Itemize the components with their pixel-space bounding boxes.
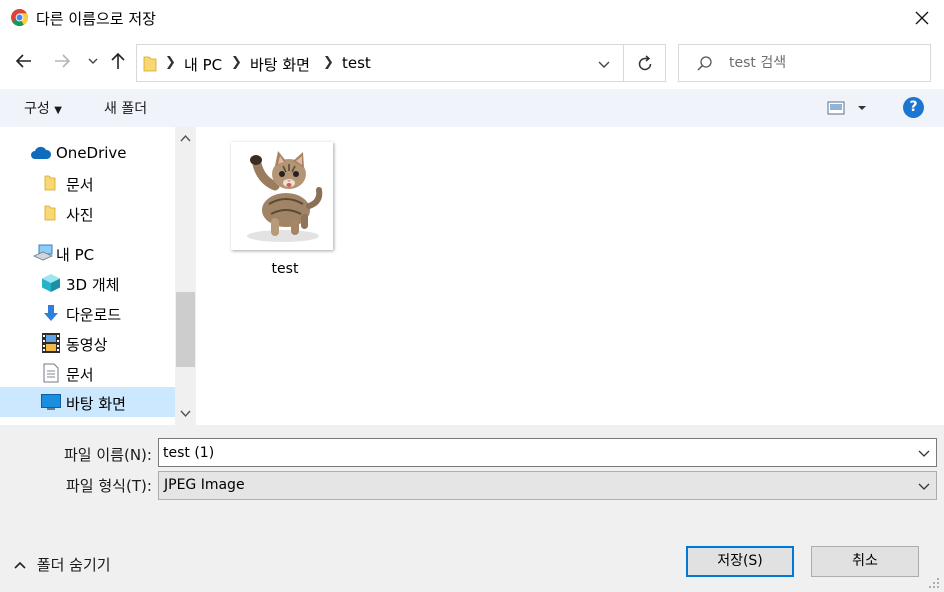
up-arrow-icon <box>111 52 125 69</box>
chevron-up-icon[interactable] <box>180 134 191 142</box>
chevron-down-icon <box>88 58 98 64</box>
filename-label: 파일 이름(N): <box>64 446 152 464</box>
nav-item-label: 다운로드 <box>66 306 122 324</box>
back-arrow-icon <box>15 54 31 68</box>
kitten-image <box>247 151 323 242</box>
view-options-button[interactable] <box>827 100 867 120</box>
search-icon <box>697 56 712 71</box>
nav-item-documents[interactable]: 문서 <box>0 358 175 388</box>
nav-item-videos[interactable]: 동영상 <box>0 328 175 358</box>
chevron-down-icon[interactable] <box>597 57 611 71</box>
search-input[interactable] <box>729 53 919 73</box>
folder-icon <box>44 205 56 221</box>
filetype-label: 파일 형식(T): <box>66 477 152 495</box>
help-button[interactable]: ? <box>903 97 924 118</box>
filename-input[interactable] <box>163 443 903 463</box>
refresh-button[interactable] <box>623 44 666 82</box>
refresh-icon <box>638 55 652 71</box>
chevron-right-icon: ❯ <box>323 55 334 70</box>
forward-button[interactable] <box>52 51 74 73</box>
nav-item-my-pc[interactable]: 내 PC <box>0 238 175 268</box>
cancel-button[interactable]: 취소 <box>811 546 919 577</box>
new-folder-button[interactable]: 새 폴더 <box>104 98 147 118</box>
breadcrumb-item-my-pc[interactable]: 내 PC <box>184 54 222 75</box>
file-thumbnail[interactable] <box>231 142 333 250</box>
3d-objects-icon <box>42 274 60 292</box>
onedrive-cloud-icon <box>31 146 52 159</box>
nav-item-onedrive-documents[interactable]: 문서 <box>0 168 175 198</box>
nav-item-label: 3D 개체 <box>66 276 120 294</box>
hide-folders-label: 폴더 숨기기 <box>36 556 111 574</box>
close-button[interactable] <box>900 0 944 37</box>
pc-icon <box>33 244 53 261</box>
chevron-up-icon <box>14 561 26 569</box>
view-icon <box>827 101 866 115</box>
forward-arrow-icon <box>55 54 71 68</box>
breadcrumb[interactable]: ❯ 내 PC ❯ 바탕 화면 ❯ test <box>136 44 623 82</box>
chevron-right-icon: ❯ <box>231 55 242 70</box>
navigation-pane: OneDrive 문서 사진 내 PC 3D 개체 다운로드 동영상 문서 바탕… <box>0 127 175 425</box>
nav-item-downloads[interactable]: 다운로드 <box>0 298 175 328</box>
nav-item-desktop[interactable]: 바탕 화면 <box>0 387 175 417</box>
dropdown-arrow-icon: ▼ <box>54 105 62 116</box>
window-title: 다른 이름으로 저장 <box>36 10 156 28</box>
chevron-down-icon[interactable] <box>180 410 191 418</box>
filetype-select[interactable]: JPEG Image <box>158 471 937 500</box>
folder-icon <box>44 175 56 191</box>
chevron-down-icon[interactable] <box>918 449 930 458</box>
document-icon <box>43 363 59 383</box>
nav-item-label: 동영상 <box>66 336 108 354</box>
desktop-icon <box>41 394 61 410</box>
up-button[interactable] <box>108 51 130 73</box>
navigation-scrollbar[interactable] <box>175 127 196 425</box>
file-name: test <box>271 261 299 277</box>
save-form: 파일 이름(N): 파일 형식(T): JPEG Image 폴더 숨기기 저장… <box>0 425 944 592</box>
filename-combobox[interactable] <box>158 438 937 467</box>
organize-label: 구성 <box>24 101 50 117</box>
breadcrumb-item-test[interactable]: test <box>342 54 371 72</box>
nav-item-label: 문서 <box>66 366 94 384</box>
breadcrumb-item-desktop[interactable]: 바탕 화면 <box>250 54 310 75</box>
command-bar: 구성 ▼ 새 폴더 ? <box>0 89 944 127</box>
chevron-right-icon: ❯ <box>165 55 176 70</box>
nav-item-3d-objects[interactable]: 3D 개체 <box>0 268 175 298</box>
nav-item-onedrive-pictures[interactable]: 사진 <box>0 198 175 228</box>
chevron-down-icon <box>918 483 930 490</box>
back-button[interactable] <box>14 51 36 73</box>
hide-folders-button[interactable]: 폴더 숨기기 <box>14 554 111 575</box>
download-icon <box>44 305 58 321</box>
file-list: test <box>196 127 944 425</box>
organize-button[interactable]: 구성 ▼ <box>24 98 62 118</box>
nav-item-label: 바탕 화면 <box>66 395 126 413</box>
nav-item-label: 사진 <box>66 206 94 224</box>
filetype-value: JPEG Image <box>164 477 245 493</box>
close-icon <box>915 11 929 25</box>
search-box[interactable] <box>678 44 931 82</box>
resize-grip-icon[interactable] <box>928 577 940 589</box>
recent-locations-button[interactable] <box>86 51 108 73</box>
folder-icon <box>143 56 157 72</box>
chrome-icon <box>11 9 28 26</box>
nav-item-label: 내 PC <box>56 246 95 264</box>
scroll-thumb[interactable] <box>176 292 195 367</box>
video-icon <box>42 333 60 353</box>
nav-item-onedrive[interactable]: OneDrive <box>0 138 175 168</box>
address-bar: ❯ 내 PC ❯ 바탕 화면 ❯ test <box>0 37 944 89</box>
save-button[interactable]: 저장(S) <box>686 546 794 577</box>
title-bar: 다른 이름으로 저장 <box>0 0 944 37</box>
nav-item-label: OneDrive <box>56 144 127 162</box>
nav-item-label: 문서 <box>66 176 94 194</box>
